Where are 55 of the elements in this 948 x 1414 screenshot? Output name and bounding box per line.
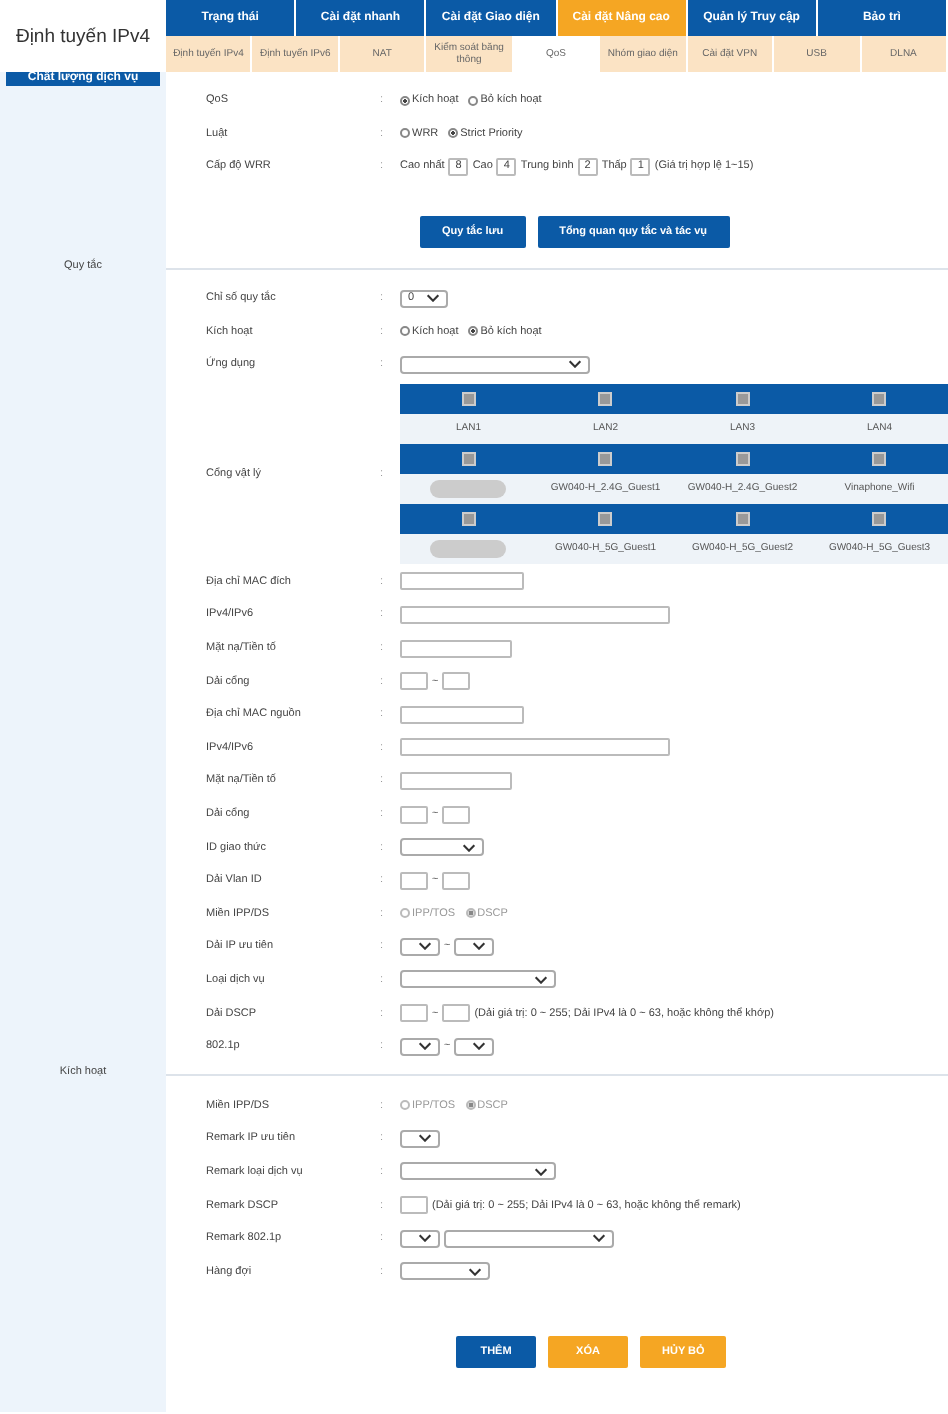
dropdown[interactable]	[400, 1037, 440, 1056]
text-field[interactable]	[400, 771, 512, 790]
radio-icon[interactable]	[400, 95, 410, 106]
redacted-block	[430, 539, 507, 558]
chevron-down-icon	[534, 975, 548, 984]
text-field[interactable]	[400, 639, 512, 658]
radio-icon[interactable]	[468, 326, 479, 337]
chevron-down-icon	[462, 843, 476, 852]
text-field[interactable]	[400, 871, 428, 890]
checkbox[interactable]	[461, 451, 476, 466]
chevron-down-icon	[426, 294, 440, 303]
radio-icon[interactable]	[400, 128, 410, 139]
checkbox[interactable]	[872, 391, 887, 406]
chevron-down-icon	[472, 942, 487, 951]
chevron-down-icon	[418, 1042, 432, 1051]
text-field[interactable]	[400, 572, 524, 591]
chevron-down-icon	[592, 1234, 606, 1243]
text-field[interactable]	[400, 805, 428, 824]
radio-icon[interactable]	[400, 326, 410, 337]
checkbox[interactable]	[735, 391, 750, 406]
redacted-block	[430, 479, 507, 498]
dropdown[interactable]	[400, 1229, 440, 1248]
text-field[interactable]	[400, 705, 524, 724]
checkbox[interactable]	[872, 451, 887, 466]
checkbox[interactable]	[461, 511, 476, 526]
checkbox[interactable]	[461, 391, 476, 406]
chevron-down-icon	[418, 1234, 432, 1243]
checkbox[interactable]	[735, 451, 750, 466]
chevron-down-icon	[534, 1167, 548, 1176]
text-field[interactable]	[400, 605, 670, 624]
checkbox[interactable]	[872, 511, 887, 526]
chevron-down-icon	[418, 942, 432, 951]
text-field[interactable]	[442, 805, 471, 824]
chevron-down-icon	[472, 1042, 487, 1051]
text-field[interactable]	[442, 672, 471, 691]
chevron-down-icon	[418, 1134, 432, 1143]
radio-icon[interactable]	[448, 128, 459, 139]
text-field[interactable]	[442, 871, 471, 890]
dropdown[interactable]	[400, 937, 440, 956]
text-field[interactable]	[400, 1004, 428, 1023]
checkbox[interactable]	[598, 451, 613, 466]
text-field[interactable]	[442, 1004, 471, 1023]
checkbox[interactable]	[598, 511, 613, 526]
chevron-down-icon	[468, 1267, 482, 1276]
text-field[interactable]	[400, 672, 428, 691]
dropdown[interactable]	[454, 937, 495, 956]
checkbox[interactable]	[598, 391, 613, 406]
text-field[interactable]	[400, 738, 670, 757]
dropdown[interactable]	[454, 1037, 495, 1056]
radio-icon[interactable]	[468, 95, 479, 106]
chevron-down-icon	[568, 360, 582, 369]
dropdown[interactable]	[400, 1129, 440, 1148]
page-title: Định tuyến IPv4	[15, 25, 151, 47]
text-field[interactable]	[400, 1196, 428, 1215]
checkbox[interactable]	[735, 511, 750, 526]
